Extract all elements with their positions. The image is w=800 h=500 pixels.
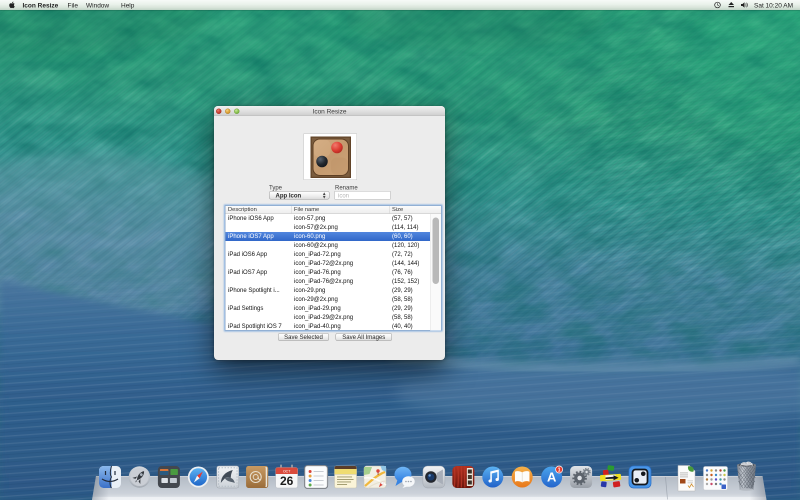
svg-text:A: A: [547, 470, 557, 485]
svg-text:26: 26: [280, 474, 294, 488]
svg-text:OCT: OCT: [283, 470, 291, 474]
svg-text:1: 1: [558, 467, 561, 473]
